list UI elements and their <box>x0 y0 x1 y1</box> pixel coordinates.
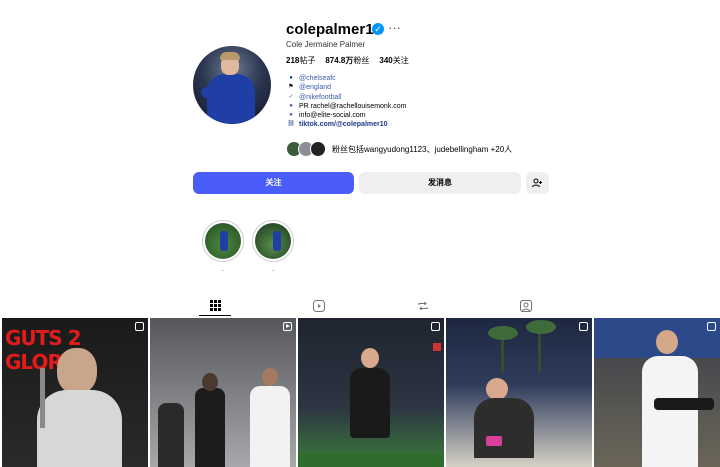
person-body <box>474 398 534 458</box>
full-name: Cole Jermaine Palmer <box>286 40 366 49</box>
tagged-icon <box>520 300 532 312</box>
pr-email: PR rachel@rachellouisemonk.com <box>299 102 407 110</box>
chain-detail <box>40 368 45 428</box>
followers-count[interactable]: 874.8万粉丝 <box>325 55 369 66</box>
follower-avatar <box>310 141 326 157</box>
phone-detail <box>486 436 502 446</box>
player-shirt <box>642 356 698 467</box>
story-highlight[interactable] <box>202 220 244 262</box>
chelsea-crest-icon: ● <box>289 75 293 81</box>
carousel-icon <box>707 322 716 331</box>
bio-link-row: ⛓ tiktok.com/@colepalmer10 <box>287 120 406 129</box>
carousel-icon <box>579 322 588 331</box>
nike-link[interactable]: @nikefootball <box>299 93 342 102</box>
email-icon: ● <box>289 102 293 109</box>
checkmark-icon: ✓ <box>288 93 294 100</box>
chelsea-link[interactable]: @chelseafc <box>299 74 336 83</box>
followed-by-text: 粉丝包括wangyudong1123、judebellingham +20人 <box>332 144 513 154</box>
carousel-icon <box>135 322 144 331</box>
carousel-icon <box>431 322 440 331</box>
highlight-thumbnail <box>255 223 291 259</box>
highlight-label: . <box>272 266 274 273</box>
banner-detail <box>433 343 441 351</box>
highlight-thumbnail <box>205 223 241 259</box>
flag-icon: ⚑ <box>288 84 294 91</box>
bio-info-row: ● info@elite-social.com <box>287 111 406 120</box>
highlight-figure <box>220 231 228 251</box>
england-link[interactable]: @england <box>299 83 331 92</box>
add-person-icon[interactable] <box>526 172 549 194</box>
profile-avatar[interactable] <box>193 46 271 124</box>
tab-reposts[interactable] <box>407 296 439 316</box>
post-thumbnail[interactable] <box>150 318 296 467</box>
player-arm <box>654 398 714 410</box>
person-figure <box>195 388 225 467</box>
info-email: info@elite-social.com <box>299 112 366 120</box>
bio-nike-row: ✓ @nikefootball <box>287 93 406 102</box>
follow-button[interactable]: 关注 <box>193 172 354 194</box>
avatar-hair <box>220 52 240 60</box>
avatar-jersey <box>207 74 255 124</box>
tab-tagged[interactable] <box>510 296 542 316</box>
reels-icon <box>313 300 325 312</box>
person-head <box>486 378 508 400</box>
post-thumbnail[interactable] <box>594 318 720 467</box>
person-head <box>202 373 218 391</box>
highlight-figure <box>273 231 281 251</box>
post-grid: GUTS 2 GLORY <box>0 318 720 467</box>
palm-leaves <box>526 320 556 334</box>
bio-england-row: ⚑ @england <box>287 83 406 92</box>
tab-posts[interactable] <box>199 296 231 316</box>
player-head <box>361 348 379 368</box>
grid-icon <box>209 300 221 311</box>
verified-icon: ✓ <box>372 23 384 35</box>
story-highlight[interactable] <box>252 220 294 262</box>
person-head <box>262 368 278 386</box>
pitch <box>298 453 444 467</box>
post-thumbnail[interactable] <box>446 318 592 467</box>
highlight-label: . <box>222 266 224 273</box>
player-shirt <box>37 390 122 467</box>
palm-leaves <box>488 326 518 340</box>
more-options-icon[interactable]: ··· <box>388 20 401 35</box>
player-head <box>656 330 678 354</box>
bio-chelsea-row: ● @chelseafc <box>287 74 406 83</box>
profile-stats: 218帖子 874.8万粉丝 340关注 <box>286 55 409 66</box>
bio-pr-row: ● PR rachel@rachellouisemonk.com <box>287 102 406 111</box>
player-face <box>57 348 97 394</box>
person-figure <box>250 386 290 467</box>
email-icon: ● <box>289 112 293 119</box>
link-icon: ⛓ <box>287 121 295 128</box>
external-link[interactable]: tiktok.com/@colepalmer10 <box>299 120 388 129</box>
reposts-icon <box>418 301 428 311</box>
tab-reels[interactable] <box>303 296 335 316</box>
followed-by[interactable]: 粉丝包括wangyudong1123、judebellingham +20人 <box>286 140 512 158</box>
username: colepalmer10 <box>286 21 382 38</box>
post-thumbnail[interactable] <box>298 318 444 467</box>
person-figure <box>158 403 184 467</box>
post-thumbnail[interactable]: GUTS 2 GLORY <box>2 318 148 467</box>
palm-trunk <box>538 328 541 373</box>
message-button[interactable]: 发消息 <box>359 172 521 194</box>
posts-count: 218帖子 <box>286 56 316 65</box>
following-count[interactable]: 340关注 <box>379 55 408 66</box>
profile-tabs <box>0 296 720 316</box>
bio: ● @chelseafc ⚑ @england ✓ @nikefootball … <box>287 74 406 130</box>
player-figure <box>350 368 390 438</box>
video-icon <box>283 322 292 331</box>
